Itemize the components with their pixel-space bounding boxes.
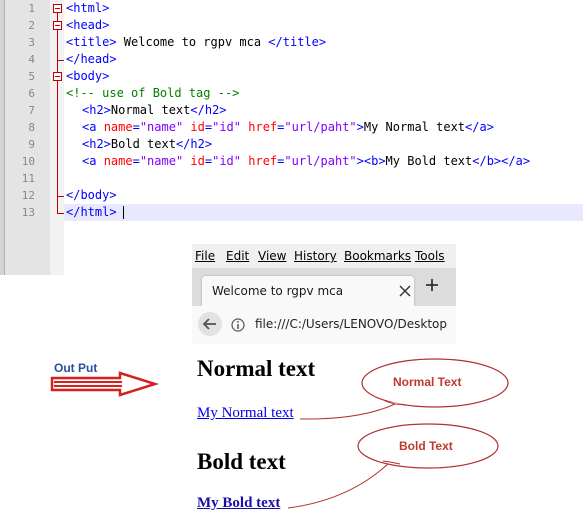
callout-bold-text	[287, 423, 499, 509]
callout-normal-text	[299, 358, 509, 420]
callout-bold-label: Bold Text	[399, 439, 453, 453]
callout-normal-label: Normal Text	[393, 375, 462, 389]
output-arrow-icon	[50, 371, 160, 397]
annotation-overlay	[50, 358, 509, 509]
